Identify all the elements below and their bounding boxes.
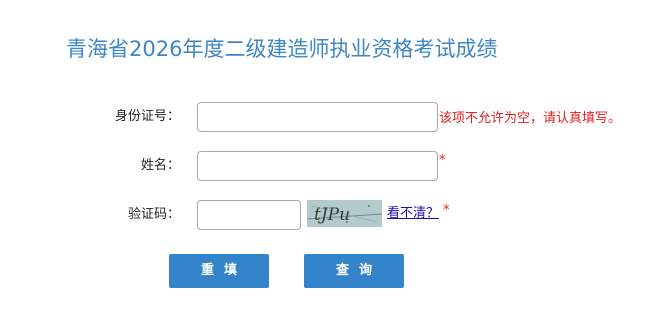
name-required-mark: * xyxy=(439,153,446,168)
id-number-input[interactable] xyxy=(197,102,438,132)
id-number-error: 该项不允许为空，请认真填写。 xyxy=(439,111,622,126)
query-button[interactable]: 查询 xyxy=(304,254,404,288)
id-number-label: 身份证号： xyxy=(114,109,180,124)
page-title: 青海省2026年度二级建造师执业资格考试成绩 xyxy=(66,37,498,61)
captcha-input[interactable] xyxy=(197,200,301,230)
captcha-refresh-link[interactable]: 看不清？ xyxy=(387,202,439,221)
name-label: 姓名： xyxy=(140,158,180,173)
reset-button[interactable]: 重填 xyxy=(169,254,269,288)
captcha-label: 验证码： xyxy=(127,207,180,222)
captcha-text: tJPu xyxy=(314,205,350,225)
captcha-required-mark: * xyxy=(443,203,450,218)
captcha-image[interactable]: tJPu xyxy=(307,200,382,227)
name-input[interactable] xyxy=(197,151,438,181)
